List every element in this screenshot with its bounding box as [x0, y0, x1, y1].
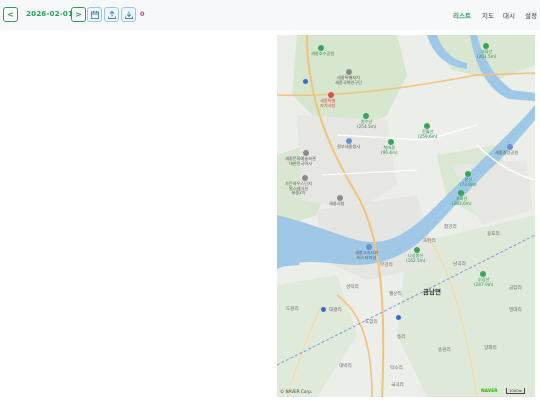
place-label: 세종호수공원 [311, 51, 335, 56]
road-shield-icon [321, 307, 326, 312]
prev-date-button[interactable]: < [3, 7, 18, 22]
calendar-icon [91, 11, 99, 19]
naver-logo: NAVER [481, 389, 498, 394]
place-label: 세종고속시외 버스터미널 [355, 250, 379, 260]
map-view[interactable]: 세종호수공원 세종특별자치 세종국책연구단 세종특별 자치시청 원수산 (254.5m… [277, 35, 535, 397]
calendar-button[interactable] [87, 7, 102, 22]
road-shield-icon [303, 79, 308, 84]
map-base-graphic [277, 35, 535, 397]
area-label: 송원리 [438, 348, 451, 353]
place-label: 원수산 (254.5m) [357, 119, 377, 129]
upload-button[interactable] [104, 7, 119, 22]
download-icon [125, 11, 133, 19]
place-label: 정부세종청사 [337, 144, 361, 149]
place-label: 전월산 (259.6m) [418, 129, 438, 139]
menu-list[interactable]: 리스트 [453, 10, 471, 20]
area-label: 대평리 [329, 308, 342, 313]
area-label: 성덕리 [346, 285, 359, 290]
place-label: 부강산 (247.9m) [474, 277, 494, 287]
area-label: 남곡리 [453, 262, 466, 267]
area-label: 동리 [397, 335, 406, 340]
place-label: 괴화산 (201.5m) [477, 49, 497, 59]
menu-settings[interactable]: 설정 [525, 10, 537, 20]
area-label: 합강리 [444, 225, 457, 230]
current-date: 2026-02-01 [26, 9, 73, 18]
map-attribution: © NAVER Corp. [280, 389, 313, 394]
place-label: 세종특별자치 세종국책연구단 [335, 75, 362, 85]
menu-dashboard[interactable]: 대시 [503, 10, 515, 20]
place-label: 괴화산 (283.0m) [452, 196, 472, 206]
upload-icon [108, 10, 116, 19]
place-label: 세종문화예술회관 대한민국역사 [285, 156, 316, 166]
place-label: 첫마을 (96.4m) [381, 145, 398, 155]
next-date-button[interactable]: > [71, 7, 86, 22]
area-label: 월산리 [389, 292, 402, 297]
area-label: 덕소리 [390, 366, 403, 371]
area-label: 부강리 [380, 263, 393, 268]
place-label: 세종시청 [329, 201, 345, 206]
area-label: 도원리 [286, 307, 299, 312]
area-label: 대박리 [339, 364, 352, 369]
area-label: 호탄리 [423, 239, 436, 244]
map-scale-bar: 1000m [506, 388, 526, 394]
area-label: 용포리 [487, 232, 500, 237]
area-label: 영대리 [509, 308, 522, 313]
download-button[interactable] [121, 7, 136, 22]
area-label: 양화리 [484, 346, 497, 351]
area-label: 국곡리 [391, 383, 404, 388]
area-label: 금암리 [509, 286, 522, 291]
place-label: 나성봉산 (162.5m) [406, 253, 426, 263]
place-label: 가든하우스단지 멀스테이션 세종2차 [285, 181, 312, 196]
record-count: 0 [140, 10, 145, 18]
menu-map[interactable]: 지도 [482, 10, 494, 20]
place-label: 세종특별 자치시청 [320, 98, 336, 108]
top-toolbar: < 2026-02-01 > 0 리스트 지도 대시 설정 [0, 0, 540, 30]
road-shield-icon [396, 315, 401, 320]
place-label: 세종중앙공원 [495, 150, 519, 155]
place-label: 봉산 (73.0m) [460, 177, 477, 187]
district-label: 금남면 [423, 288, 441, 296]
area-label: 도암리 [365, 320, 378, 325]
